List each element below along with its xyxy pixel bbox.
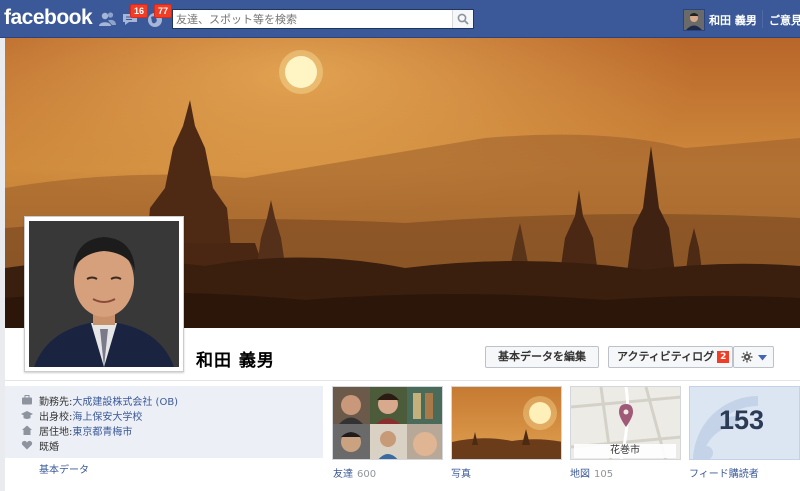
photos-label[interactable]: 写真 <box>451 465 471 480</box>
about-relationship-label: 既婚 <box>39 442 59 453</box>
edit-profile-button[interactable]: 基本データを編集 <box>485 346 599 368</box>
photos-thumbnail[interactable] <box>451 386 562 460</box>
activity-log-label: アクティビティログ <box>617 350 715 363</box>
gear-icon <box>741 351 753 363</box>
friends-thumbnail[interactable] <box>332 386 443 460</box>
subscribers-label[interactable]: フィード購読者 <box>689 465 759 480</box>
search-button[interactable] <box>452 10 473 28</box>
house-icon <box>22 425 32 435</box>
chevron-down-icon <box>758 355 767 361</box>
graduation-cap-icon <box>21 411 33 419</box>
map-label: 地図 <box>570 469 590 480</box>
map-count: 105 <box>594 469 614 480</box>
friends-count: 600 <box>357 469 377 480</box>
map-label-link[interactable]: 地図 105 <box>570 465 613 480</box>
profile-name: 和田 義男 <box>196 351 275 371</box>
messages-jewel[interactable]: 16 <box>121 4 149 29</box>
friend-requests-jewel[interactable] <box>97 9 117 29</box>
about-work-link[interactable]: 大成建設株式会社 (OB) <box>72 397 178 408</box>
top-navigation-bar: facebook 16 77 友達、スポット等を検索 和田 義男 ご意見 <box>0 0 800 38</box>
activity-log-button[interactable]: アクティビティログ 2 <box>608 346 733 368</box>
friends-label-link[interactable]: 友達 600 <box>333 465 376 480</box>
search-icon <box>457 13 469 25</box>
nav-divider <box>762 10 763 28</box>
about-link[interactable]: 基本データ <box>39 461 89 476</box>
feedback-link[interactable]: ご意見 <box>769 12 800 28</box>
facebook-logo[interactable]: facebook <box>4 6 93 30</box>
about-work-label: 勤務先: <box>39 397 73 408</box>
activity-log-badge: 2 <box>717 351 730 363</box>
notifications-badge: 77 <box>154 4 173 18</box>
search-input[interactable] <box>176 11 448 27</box>
subscribers-count: 153 <box>719 405 765 435</box>
about-school-link[interactable]: 海上保安大学校 <box>72 412 142 423</box>
user-name-link[interactable]: 和田 義男 <box>709 12 757 28</box>
friends-icon <box>99 12 116 26</box>
search-box <box>172 9 474 29</box>
about-residence-label: 居住地: <box>39 427 73 438</box>
heart-icon <box>21 440 33 450</box>
about-summary: 勤務先:大成建設株式会社 (OB) 出身校:海上保安大学校 居住地:東京都青梅市… <box>5 386 323 458</box>
map-city-label: 花巻市 <box>574 444 676 458</box>
about-school-label: 出身校: <box>39 412 73 423</box>
user-avatar[interactable] <box>683 9 705 31</box>
about-residence-link[interactable]: 東京都青梅市 <box>72 427 132 438</box>
friends-label: 友達 <box>333 469 353 480</box>
briefcase-icon <box>22 395 32 405</box>
profile-picture[interactable] <box>24 216 184 372</box>
settings-dropdown-button[interactable] <box>733 346 774 368</box>
notifications-jewel[interactable]: 77 <box>145 4 173 29</box>
